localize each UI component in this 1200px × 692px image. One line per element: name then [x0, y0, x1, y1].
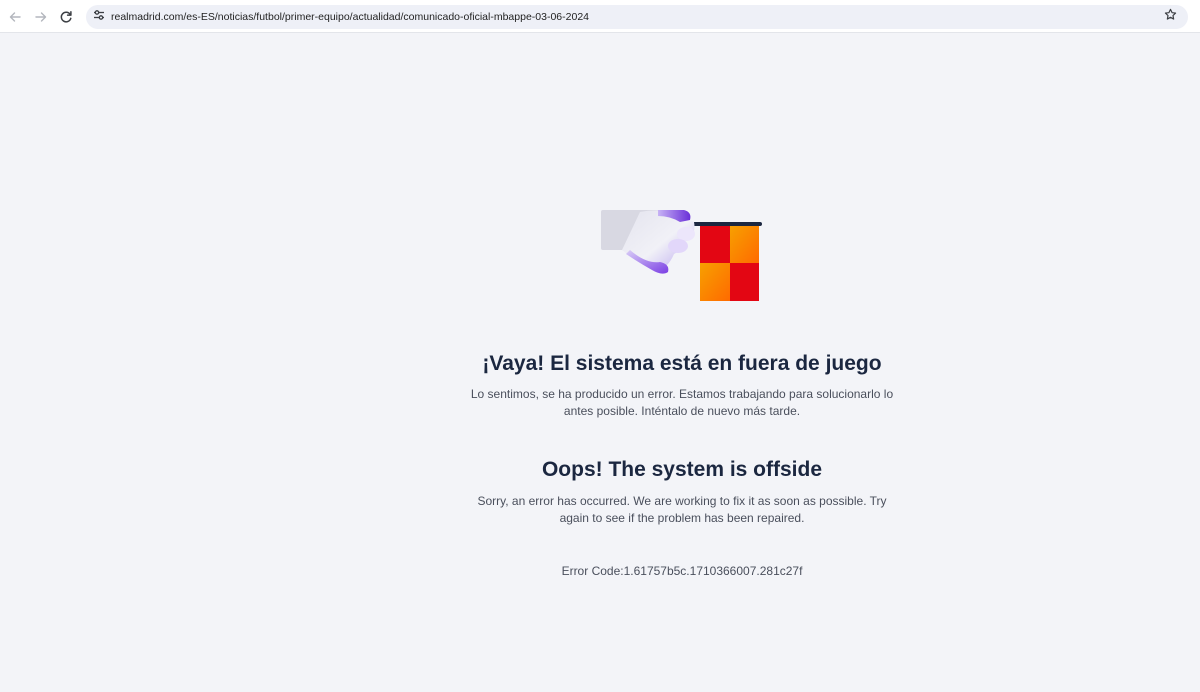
browser-toolbar: realmadrid.com/es-ES/noticias/futbol/pri…: [0, 0, 1200, 33]
address-bar[interactable]: realmadrid.com/es-ES/noticias/futbol/pri…: [86, 5, 1188, 29]
arrow-right-icon: [34, 10, 48, 24]
message-spanish: Lo sentimos, se ha producido un error. E…: [470, 387, 894, 418]
title-spanish: ¡Vaya! El sistema está en fuera de juego: [482, 352, 882, 375]
error-code: Error Code:1.61757b5c.1710366007.281c27f: [561, 564, 803, 578]
star-icon: [1164, 8, 1177, 26]
referee-flag-icon: [600, 210, 766, 306]
error-page: ¡Vaya! El sistema está en fuera de juego…: [0, 33, 1200, 692]
tune-icon: [93, 8, 105, 26]
url-text[interactable]: realmadrid.com/es-ES/noticias/futbol/pri…: [111, 10, 589, 24]
reload-button[interactable]: [56, 7, 76, 27]
arrow-left-icon: [8, 10, 22, 24]
reload-icon: [59, 10, 73, 24]
site-info-button[interactable]: [91, 9, 107, 25]
bookmark-button[interactable]: [1161, 8, 1179, 26]
back-button[interactable]: [5, 7, 25, 27]
title-english: Oops! The system is offside: [541, 458, 823, 481]
message-english: Sorry, an error has occurred. We are wor…: [477, 494, 887, 525]
forward-button[interactable]: [31, 7, 51, 27]
